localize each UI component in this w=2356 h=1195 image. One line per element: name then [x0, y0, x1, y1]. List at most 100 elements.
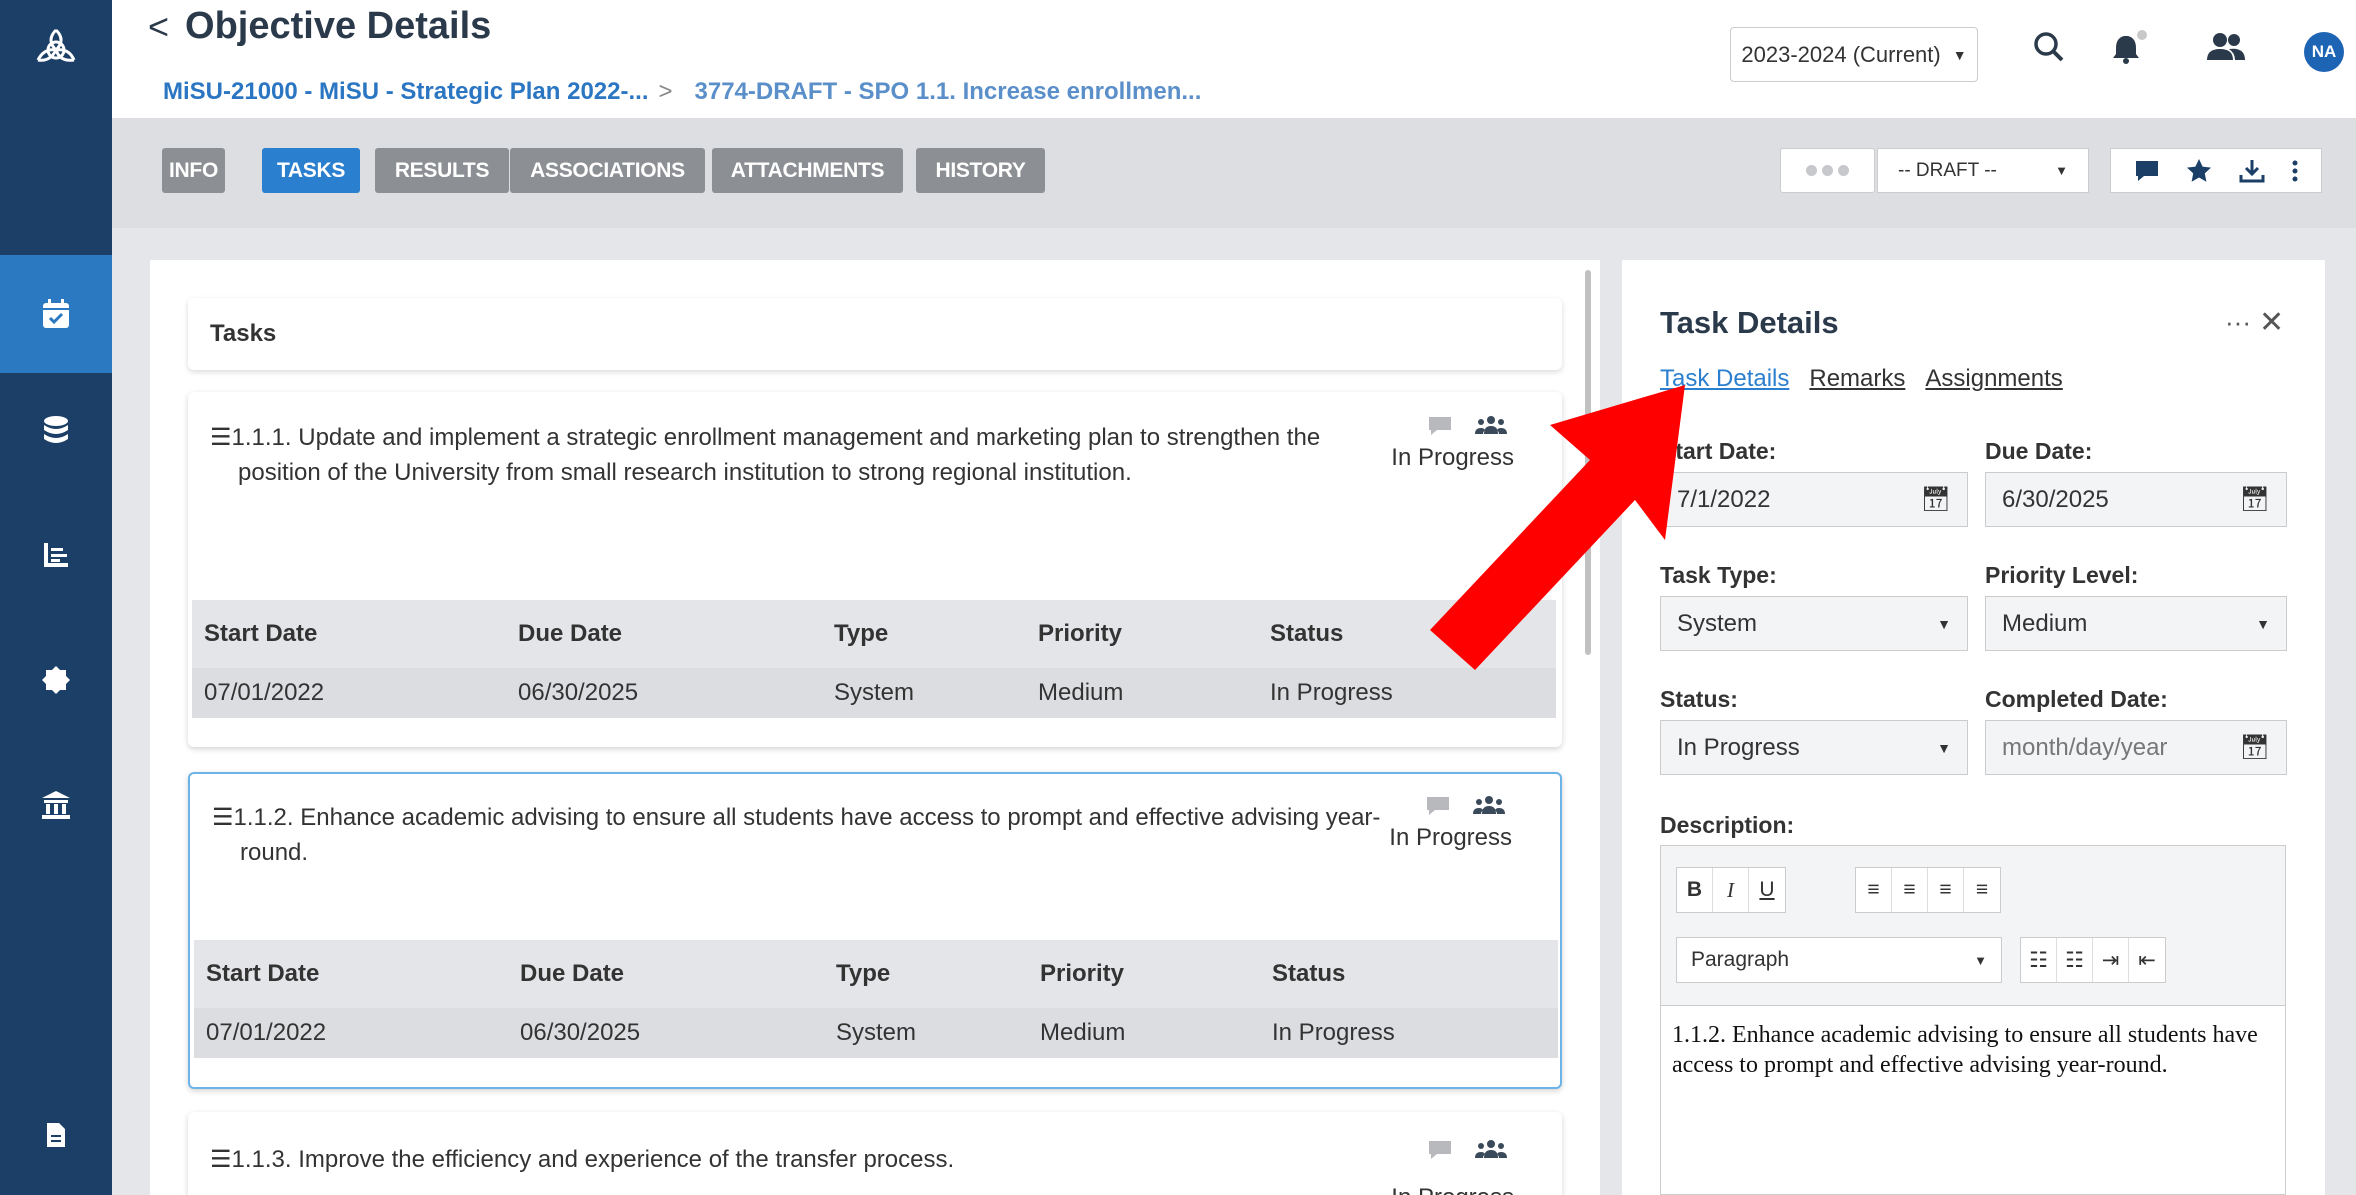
table-row: 07/01/2022 06/30/2025 System Medium In P… — [194, 1008, 1558, 1058]
col-due-date: Due Date — [518, 620, 623, 647]
close-icon[interactable]: ✕ — [2259, 305, 2284, 340]
breadcrumb: MiSU-21000 - MiSU - Strategic Plan 2022-… — [163, 78, 1202, 106]
italic-button[interactable]: I — [1713, 868, 1749, 912]
sidebar-item-calendar[interactable] — [0, 255, 112, 373]
align-left-icon[interactable]: ≡ — [1856, 868, 1892, 912]
star-icon[interactable] — [2185, 157, 2213, 185]
paragraph-select[interactable]: Paragraph ▼ — [1676, 937, 2002, 983]
completed-date-label: Completed Date: — [1985, 686, 2168, 712]
calendar-icon[interactable]: 📅︎ — [2240, 485, 2270, 514]
col-start-date: Start Date — [204, 620, 318, 647]
comment-icon[interactable] — [2134, 158, 2160, 184]
drag-handle-icon[interactable]: ☰ — [212, 804, 234, 831]
col-status: Status — [1272, 960, 1346, 987]
avatar[interactable]: NA — [2304, 32, 2344, 72]
sidebar-item-institution[interactable] — [0, 770, 112, 840]
breadcrumb-objective[interactable]: 3774-DRAFT - SPO 1.1. Increase enrollmen… — [683, 78, 1202, 106]
align-right-icon[interactable]: ≡ — [1928, 868, 1964, 912]
link-assignments[interactable]: Assignments — [1925, 365, 2062, 393]
status-select[interactable]: In Progress ▼ — [1660, 720, 1968, 775]
task-type-select[interactable]: System ▼ — [1660, 596, 1968, 651]
page-title-text: Objective Details — [185, 5, 492, 47]
task-card-selected[interactable]: ☰1.1.2. Enhance academic advising to ens… — [188, 772, 1562, 1089]
bullet-list-icon[interactable]: ☷ — [2021, 938, 2057, 982]
task-status: In Progress — [1391, 1184, 1514, 1195]
task-text: 1.1.1. Update and implement a strategic … — [231, 424, 1321, 486]
tasks-header: Tasks — [188, 298, 1562, 370]
sidebar-item-chart[interactable] — [0, 520, 112, 590]
download-icon[interactable] — [2238, 157, 2266, 185]
avatar-initials: NA — [2311, 42, 2337, 61]
task-icons — [1427, 1138, 1507, 1162]
caret-down-icon: ▼ — [2055, 163, 2068, 178]
back-chevron-icon[interactable]: < — [148, 6, 169, 48]
task-title: ☰1.1.3. Improve the efficiency and exper… — [210, 1142, 1390, 1177]
start-date-field[interactable]: 7/1/2022 📅︎ — [1660, 472, 1968, 527]
institution-icon — [42, 791, 70, 819]
cell-due: 06/30/2025 — [520, 1019, 641, 1046]
users-icon[interactable] — [1475, 1138, 1507, 1162]
tab-tasks[interactable]: TASKS — [262, 148, 360, 193]
search-icon[interactable] — [2032, 30, 2066, 69]
sidebar-item-settings[interactable] — [0, 645, 112, 715]
more-horizontal-icon[interactable]: ··· — [2225, 307, 2251, 338]
breadcrumb-plan[interactable]: MiSU-21000 - MiSU - Strategic Plan 2022-… — [163, 78, 649, 106]
sidebar-item-database[interactable] — [0, 395, 112, 465]
link-remarks[interactable]: Remarks — [1809, 365, 1905, 393]
outdent-icon[interactable]: ⇤ — [2129, 938, 2165, 982]
caret-down-icon: ▼ — [1974, 952, 1987, 968]
indent-icon[interactable]: ⇥ — [2093, 938, 2129, 982]
align-justify-icon[interactable]: ≡ — [1964, 868, 2000, 912]
status-label: Status: — [1660, 686, 1738, 712]
tab-attachments[interactable]: ATTACHMENTS — [712, 148, 903, 193]
format-buttons: B I U — [1676, 867, 1786, 913]
comment-icon[interactable] — [1427, 1139, 1453, 1161]
bold-button[interactable]: B — [1677, 868, 1713, 912]
cell-type: System — [836, 1019, 917, 1046]
calendar-icon[interactable]: 📅︎ — [2240, 733, 2270, 762]
drag-handle-icon[interactable]: ☰ — [210, 1146, 232, 1173]
align-buttons: ≡ ≡ ≡ ≡ — [1855, 867, 2001, 913]
drag-handle-icon[interactable]: ☰ — [210, 424, 232, 451]
badge-icon — [42, 666, 70, 694]
cell-due: 06/30/2025 — [518, 679, 639, 706]
task-status: In Progress — [1389, 824, 1512, 851]
status-dropdown-value: -- DRAFT -- — [1898, 159, 1997, 181]
task-card[interactable]: ☰1.1.3. Improve the efficiency and exper… — [188, 1112, 1562, 1195]
due-date-field[interactable]: 6/30/2025 📅︎ — [1985, 472, 2287, 527]
tab-history[interactable]: HISTORY — [916, 148, 1045, 193]
cell-priority: Medium — [1038, 679, 1124, 706]
task-text: 1.1.2. Enhance academic advising to ensu… — [233, 804, 1381, 866]
more-vertical-icon[interactable] — [2291, 158, 2299, 184]
breadcrumb-separator: > — [658, 78, 673, 105]
table-header-row: Start Date Due Date Type Priority Status — [194, 940, 1558, 1008]
task-title: ☰1.1.1. Update and implement a strategic… — [210, 420, 1390, 490]
coins-icon — [44, 416, 68, 443]
completed-date-field[interactable]: month/day/year 📅︎ — [1985, 720, 2287, 775]
align-center-icon[interactable]: ≡ — [1892, 868, 1928, 912]
description-text[interactable]: 1.1.2. Enhance academic advising to ensu… — [1672, 1020, 2272, 1080]
cell-start: 07/01/2022 — [204, 679, 325, 706]
workflow-dots[interactable] — [1780, 148, 1875, 193]
app-logo[interactable] — [0, 0, 112, 100]
tab-associations[interactable]: ASSOCIATIONS — [510, 148, 705, 193]
task-card[interactable]: ☰1.1.1. Update and implement a strategic… — [188, 392, 1562, 747]
calendar-icon[interactable]: 📅︎ — [1921, 485, 1951, 514]
year-selector[interactable]: 2023-2024 (Current) ▼ — [1730, 27, 1978, 82]
priority-select[interactable]: Medium ▼ — [1985, 596, 2287, 651]
tab-results[interactable]: RESULTS — [375, 148, 509, 193]
status-dropdown[interactable]: -- DRAFT -- ▼ — [1877, 148, 2089, 193]
users-icon[interactable] — [2205, 30, 2247, 69]
tab-info[interactable]: INFO — [162, 148, 225, 193]
col-priority: Priority — [1040, 960, 1125, 987]
sidebar-item-document[interactable] — [0, 1100, 112, 1170]
users-icon[interactable] — [1473, 794, 1505, 818]
bell-icon[interactable] — [2110, 30, 2150, 71]
numbered-list-icon[interactable]: ☷ — [2057, 938, 2093, 982]
underline-button[interactable]: U — [1749, 868, 1785, 912]
task-table: Start Date Due Date Type Priority Status… — [192, 600, 1556, 718]
caret-down-icon: ▼ — [2256, 615, 2270, 632]
tasks-header-label: Tasks — [210, 320, 277, 347]
comment-icon[interactable] — [1425, 795, 1451, 817]
document-icon — [47, 1123, 65, 1147]
